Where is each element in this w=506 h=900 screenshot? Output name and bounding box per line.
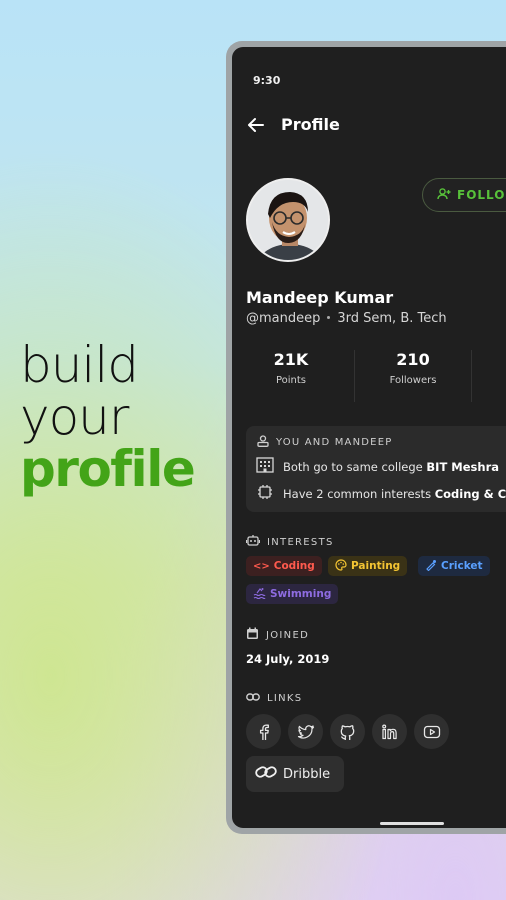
building-icon <box>256 457 274 476</box>
links-title: LINKS <box>267 693 303 704</box>
joined-title: JOINED <box>266 629 310 641</box>
links-heading: LINKS <box>246 692 302 705</box>
chip-cricket-label: Cricket <box>441 560 483 572</box>
joined-date: 24 July, 2019 <box>246 652 330 666</box>
palette-icon <box>335 558 347 574</box>
separator-dot <box>327 316 331 319</box>
hero-line-build: build <box>20 336 139 394</box>
mutual-college-name: BIT Meshra <box>426 459 500 474</box>
stat-followers-label: Followers <box>389 375 437 386</box>
social-links <box>246 714 449 749</box>
hero-line-profile: profile <box>20 440 196 498</box>
github-icon[interactable] <box>330 714 365 749</box>
mutual-interests-names: Coding & C <box>434 486 506 501</box>
chip-coding-label: Coding <box>273 560 315 572</box>
chip-painting[interactable]: Painting <box>328 556 408 576</box>
mutual-college-row: Both go to same college BIT Meshra <box>256 457 499 476</box>
phone-screen: 9:30 Profile FOLLOW <box>232 47 506 828</box>
mutual-interests-prefix: Have 2 common interests <box>283 486 435 501</box>
people-icon <box>256 435 270 450</box>
interests-heading: INTERESTS <box>245 534 334 550</box>
mutual-interests-text: Have 2 common interests Coding & C <box>283 487 506 501</box>
mutual-card: YOU AND MANDEEP Both go to same college … <box>246 426 506 512</box>
stat-divider <box>471 350 472 402</box>
dribble-label: Dribble <box>283 766 331 782</box>
mutual-header: YOU AND MANDEEP <box>256 435 392 450</box>
link-icon <box>246 692 260 705</box>
avatar <box>246 178 330 262</box>
mutual-college-prefix: Both go to same college <box>283 459 427 474</box>
mutual-interests-row: Have 2 common interests Coding & C <box>256 484 506 503</box>
mutual-title: YOU AND MANDEEP <box>276 437 393 448</box>
page-title: Profile <box>281 115 340 134</box>
stat-followers-value: 210 <box>396 350 430 369</box>
add-person-icon <box>437 187 451 204</box>
phone-frame: 9:30 Profile FOLLOW <box>226 41 506 834</box>
youtube-icon[interactable] <box>414 714 449 749</box>
user-subline: @mandeep 3rd Sem, B. Tech <box>246 311 447 326</box>
hero-text: build your profile <box>20 336 196 498</box>
user-name: Mandeep Kumar <box>246 288 394 307</box>
cricket-icon <box>425 559 437 574</box>
stat-points-value: 21K <box>273 350 309 369</box>
stat-followers[interactable]: 210 Followers <box>354 350 472 386</box>
stat-points-label: Points <box>275 375 307 386</box>
robot-icon <box>245 534 261 550</box>
follow-label: FOLLOW <box>457 188 506 202</box>
calendar-icon <box>246 627 259 643</box>
chip-coding[interactable]: <> Coding <box>246 556 322 576</box>
interest-chip-icon <box>256 484 274 503</box>
follow-button[interactable]: FOLLOW <box>422 178 506 212</box>
home-indicator[interactable] <box>380 822 444 825</box>
twitter-icon[interactable] <box>288 714 323 749</box>
user-semester: 3rd Sem, B. Tech <box>337 311 447 326</box>
chip-swimming-label: Swimming <box>270 588 332 600</box>
chip-cricket[interactable]: Cricket <box>418 556 490 576</box>
joined-heading: JOINED <box>246 627 309 643</box>
swimming-icon <box>253 587 266 602</box>
code-icon: <> <box>253 560 270 572</box>
linkedin-icon[interactable] <box>372 714 407 749</box>
link-icon <box>255 765 277 783</box>
stats-row: 21K Points 210 Followers <box>232 350 506 402</box>
chip-painting-label: Painting <box>351 560 401 572</box>
mutual-college-text: Both go to same college BIT Meshra <box>283 460 499 474</box>
user-handle: @mandeep <box>246 311 321 326</box>
stat-points[interactable]: 21K Points <box>232 350 350 386</box>
status-time: 9:30 <box>253 74 281 87</box>
chip-swimming[interactable]: Swimming <box>246 584 339 604</box>
interests-title: INTERESTS <box>267 536 334 548</box>
dribble-link-button[interactable]: Dribble <box>246 756 344 792</box>
facebook-icon[interactable] <box>246 714 281 749</box>
hero-line-your: your <box>20 388 129 446</box>
back-arrow-icon[interactable] <box>246 115 266 135</box>
